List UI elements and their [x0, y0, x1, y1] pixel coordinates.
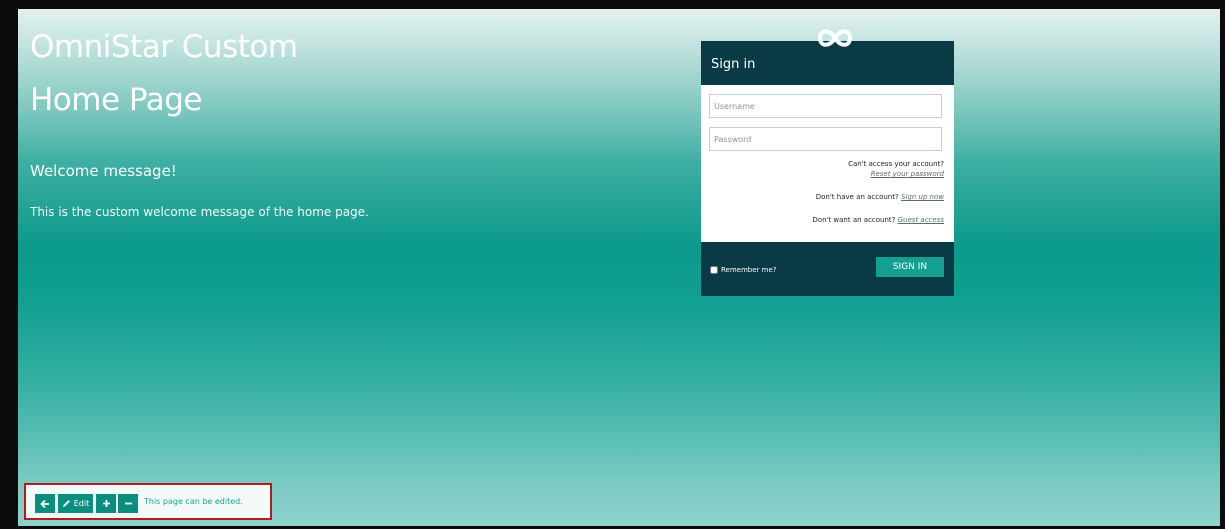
remember-me[interactable]: Remember me?: [710, 266, 777, 274]
signin-title: Sign in: [711, 57, 756, 72]
welcome-text: This is the custom welcome message of th…: [30, 205, 369, 219]
edit-button[interactable]: Edit: [58, 494, 93, 513]
remove-button[interactable]: [118, 494, 138, 513]
edit-button-label: Edit: [73, 499, 90, 508]
guest-line: Don't want an account? Guest access: [812, 216, 944, 224]
pencil-icon: [62, 500, 70, 507]
sign-in-button[interactable]: SIGN IN: [876, 257, 944, 277]
page-canvas: OmniStar Custom Home Page Welcome messag…: [18, 9, 1220, 526]
cant-access-text: Can't access your account?: [848, 160, 944, 168]
page-title: OmniStar Custom Home Page: [30, 21, 298, 127]
no-account-text: Don't have an account?: [815, 193, 899, 201]
arrow-left-icon: [40, 499, 49, 508]
remember-me-label: Remember me?: [721, 266, 777, 274]
plus-icon: [102, 500, 110, 507]
remember-me-checkbox[interactable]: [710, 266, 718, 274]
password-field[interactable]: [709, 127, 942, 151]
no-want-account-text: Don't want an account?: [812, 216, 896, 224]
username-field[interactable]: [709, 94, 942, 118]
signin-footer: Remember me? SIGN IN: [701, 242, 954, 296]
minus-icon: [124, 502, 132, 505]
page-title-line-1: OmniStar Custom: [30, 29, 298, 65]
back-button[interactable]: [35, 494, 55, 513]
reset-password-link[interactable]: Reset your password: [871, 170, 944, 178]
guest-access-link[interactable]: Guest access: [898, 216, 944, 224]
edit-status-text: This page can be edited.: [144, 497, 243, 506]
page-title-line-2: Home Page: [30, 82, 202, 118]
edit-toolbar: Edit This page can be edited.: [24, 483, 272, 520]
signin-header: Sign in: [701, 29, 954, 85]
welcome-heading: Welcome message!: [30, 162, 177, 180]
signin-form: Can't access your account? Reset your pa…: [701, 85, 954, 242]
signup-line: Don't have an account? Sign up now: [816, 193, 944, 201]
reset-password-line: Reset your password: [871, 170, 944, 178]
infinity-icon: [817, 29, 853, 47]
signup-link[interactable]: Sign up now: [901, 193, 944, 201]
add-button[interactable]: [96, 494, 116, 513]
signin-panel: Sign in Can't access your account? Reset…: [701, 29, 954, 296]
